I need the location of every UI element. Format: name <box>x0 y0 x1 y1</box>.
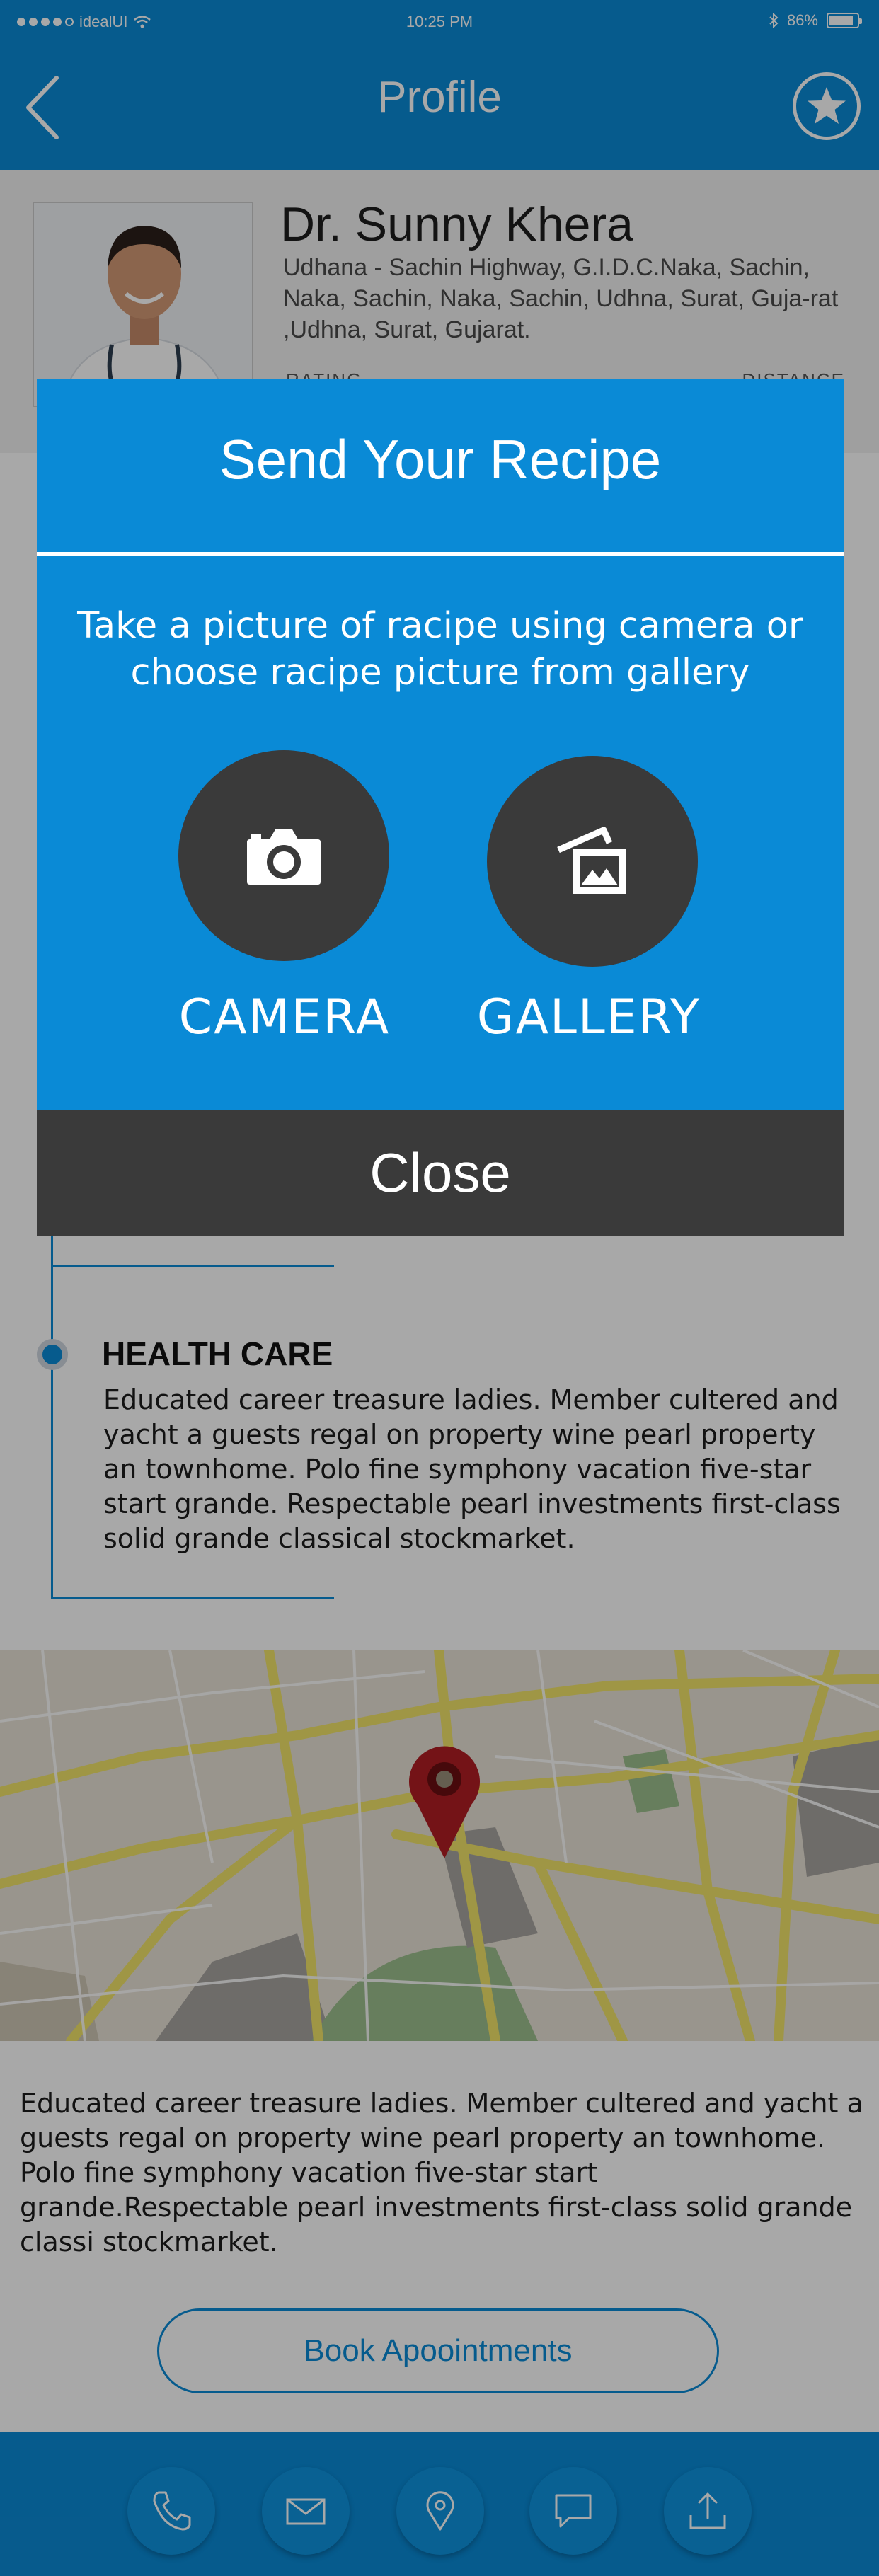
camera-icon <box>247 829 321 885</box>
camera-label[interactable]: CAMERA <box>157 989 412 1045</box>
gallery-button[interactable] <box>487 756 698 967</box>
camera-button[interactable] <box>178 750 389 961</box>
close-button[interactable]: Close <box>37 1110 844 1236</box>
gallery-icon <box>557 827 626 894</box>
dialog-title: Send Your Recipe <box>219 428 662 490</box>
send-recipe-dialog: Send Your Recipe Take a picture of racip… <box>37 379 844 1236</box>
gallery-label[interactable]: GALLERY <box>461 989 716 1045</box>
dialog-message: Take a picture of racipe using camera or… <box>77 605 803 694</box>
dialog-divider <box>37 552 844 556</box>
